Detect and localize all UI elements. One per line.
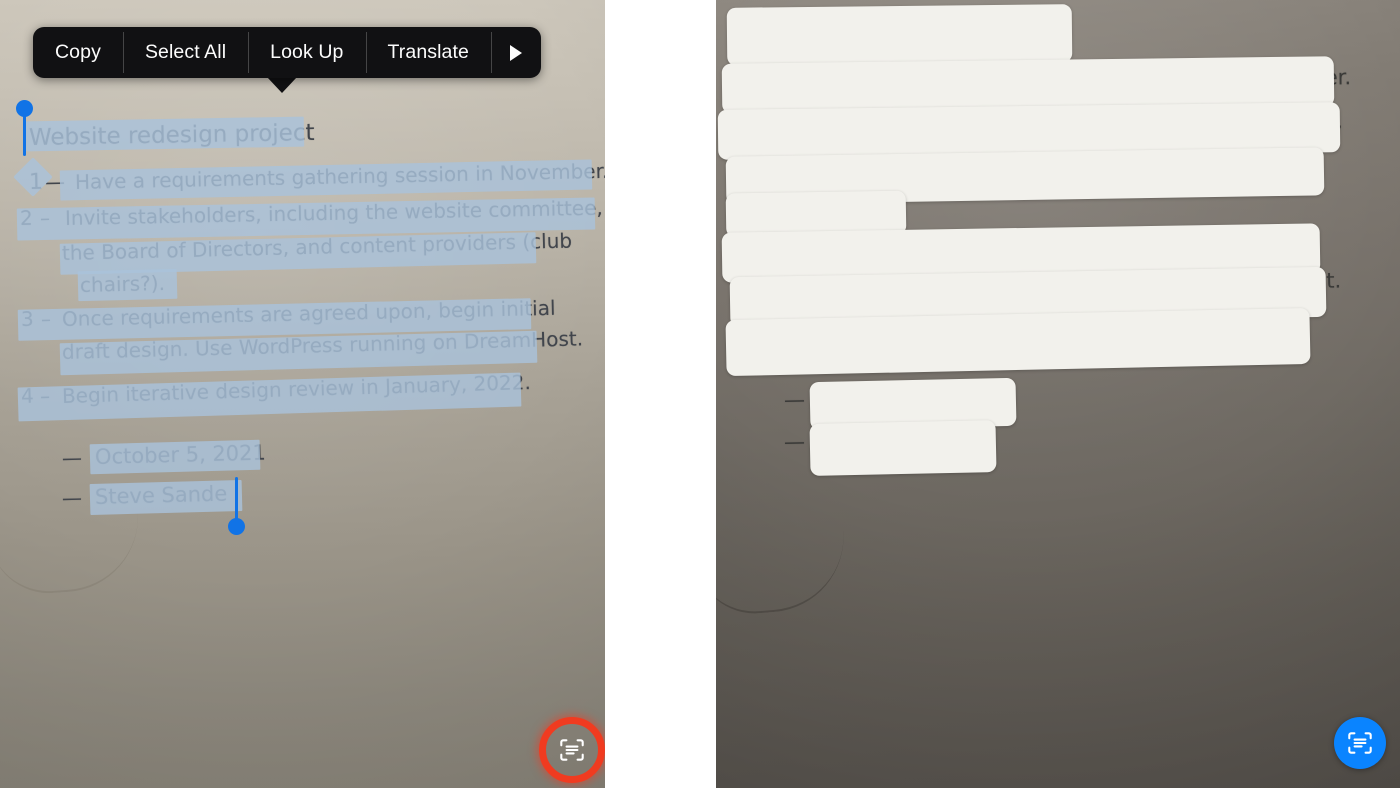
selection-end-handle[interactable] xyxy=(228,477,248,535)
selection-start-handle[interactable] xyxy=(16,100,36,156)
selection-highlight-line-1 xyxy=(59,159,593,201)
live-text-scan-icon xyxy=(1348,732,1372,754)
selection-end-knob[interactable] xyxy=(228,518,245,535)
selection-highlight-line-7 xyxy=(17,372,522,422)
selection-highlight-date xyxy=(89,439,261,475)
text-selection-context-menu[interactable]: Copy Select All Look Up Translate xyxy=(33,27,541,78)
selection-highlight-title xyxy=(25,116,305,152)
live-text-button-right[interactable] xyxy=(1334,717,1386,769)
context-menu-item-look-up[interactable]: Look Up xyxy=(248,27,365,78)
context-menu-item-copy[interactable]: Copy xyxy=(33,27,123,78)
signature-author-dash-right: — xyxy=(783,429,806,454)
context-menu-item-more[interactable] xyxy=(490,27,541,78)
screenshot-stage: Website redesign project 1 — Have a requ… xyxy=(0,0,1400,788)
right-photo-panel[interactable]: Website redesign project 1 ▬ Have a requ… xyxy=(716,0,1400,788)
signature-date-dash-left: — xyxy=(61,445,83,470)
whiteboard-scuff-mark-right xyxy=(716,513,850,619)
signature-author-dash-left: — xyxy=(61,485,83,510)
detected-text-box-line-7[interactable] xyxy=(725,307,1311,377)
detected-text-box-title[interactable] xyxy=(726,4,1073,66)
detected-text-box-signature-author[interactable] xyxy=(809,420,997,476)
context-menu-pointer-tail xyxy=(267,77,297,93)
signature-date-dash-right: — xyxy=(783,387,806,412)
live-text-button-left[interactable] xyxy=(539,717,605,783)
triangle-right-icon xyxy=(509,44,522,61)
selection-end-bar xyxy=(234,477,238,523)
selection-highlight-author xyxy=(89,480,243,515)
left-photo-panel[interactable]: Website redesign project 1 — Have a requ… xyxy=(0,0,605,788)
selection-highlight-line-4 xyxy=(77,268,178,302)
context-menu-item-translate[interactable]: Translate xyxy=(365,27,491,78)
live-text-scan-icon xyxy=(560,739,584,761)
context-menu-item-select-all[interactable]: Select All xyxy=(122,27,248,78)
selection-start-bar xyxy=(22,110,26,156)
